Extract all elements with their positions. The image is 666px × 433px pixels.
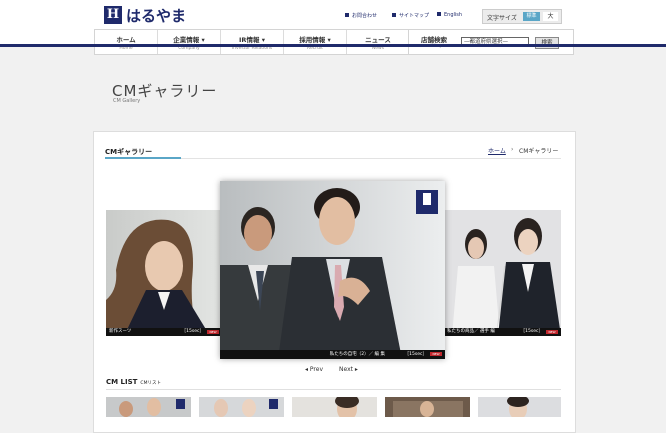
cm-list-item[interactable]: [199, 397, 284, 417]
store-search-button[interactable]: 検索: [535, 37, 559, 49]
new-badge: NEW: [546, 330, 558, 334]
util-link-contact[interactable]: お問合わせ: [345, 12, 377, 19]
cm-thumbnail-image: [478, 397, 561, 417]
cm-thumbnail-image: [106, 397, 191, 417]
cm-thumbnail-image: [292, 397, 377, 417]
font-size-switcher: 文字サイズ 標準 大: [482, 9, 562, 24]
font-size-label: 文字サイズ: [487, 15, 517, 22]
carousel-slide-right[interactable]: 私たちの商品／ 選手 編 ［15sec］ NEW: [444, 210, 561, 336]
cm-list-item[interactable]: [385, 397, 470, 417]
section-title: CMギャラリー: [105, 148, 153, 156]
util-link-sitemap[interactable]: サイトマップ: [392, 12, 429, 19]
cm-list-title: CM LIST CMリスト: [106, 378, 161, 386]
nav-item-ir[interactable]: IR情報 ▾ Investor Relations: [221, 30, 284, 54]
carousel-slide-left[interactable]: 新作スーツ ［15sec］ NEW: [106, 210, 222, 336]
cm-thumbnail-image: [199, 397, 284, 417]
cm-thumbnail-image: [444, 210, 561, 336]
cm-list-item[interactable]: [292, 397, 377, 417]
section-rule: [181, 158, 561, 159]
cm-list-rule: [106, 389, 561, 390]
global-nav: ホーム Home 企業情報 ▾ Company IR情報 ▾ Investor Rel…: [94, 29, 410, 55]
new-badge: NEW: [207, 330, 219, 334]
cm-thumbnail-image: [385, 397, 470, 417]
nav-item-company[interactable]: 企業情報 ▾ Company: [158, 30, 221, 54]
bullet-icon: [437, 12, 441, 16]
next-button[interactable]: Next ▸: [339, 366, 358, 373]
bullet-icon: [392, 13, 396, 17]
font-size-large-button[interactable]: 大: [543, 12, 558, 21]
util-link-english[interactable]: English: [437, 12, 462, 18]
cm-list-item[interactable]: [478, 397, 561, 417]
store-search-label: 店舗検索: [421, 36, 447, 44]
nav-item-news[interactable]: ニュース News: [347, 30, 409, 54]
logo-text[interactable]: はるやま: [126, 5, 186, 26]
carousel-slide-active[interactable]: 私たちの自宅（2）／ 編 集 ［15sec］ NEW: [220, 181, 445, 359]
logo-icon[interactable]: H: [104, 6, 122, 24]
page-subtitle: CM Gallery: [113, 98, 141, 104]
section-underline: [105, 157, 181, 159]
breadcrumb-current: CMギャラリー: [519, 148, 559, 155]
cm-list-item[interactable]: [106, 397, 191, 417]
slide-caption: 私たちの自宅（2）／ 編 集 ［15sec］ NEW: [220, 350, 445, 359]
nav-item-recruit[interactable]: 採用情報 ▾ Recruit: [284, 30, 347, 54]
slide-caption: 私たちの商品／ 選手 編 ［15sec］ NEW: [444, 328, 561, 336]
store-search: 店舗検索 Shop —都道府県選択— 検索: [408, 29, 574, 55]
new-badge: NEW: [430, 352, 442, 356]
nav-divider: [0, 44, 666, 47]
slide-caption: 新作スーツ ［15sec］ NEW: [106, 328, 222, 336]
nav-item-home[interactable]: ホーム Home: [95, 30, 158, 54]
font-size-standard-button[interactable]: 標準: [523, 12, 540, 21]
cm-thumbnail-image: [106, 210, 222, 336]
cm-thumbnail-image: [220, 181, 445, 359]
breadcrumb-separator: ›: [511, 146, 514, 153]
prev-button[interactable]: ◂ Prev: [305, 366, 323, 373]
breadcrumb-home-link[interactable]: ホーム: [488, 146, 506, 155]
bullet-icon: [345, 13, 349, 17]
